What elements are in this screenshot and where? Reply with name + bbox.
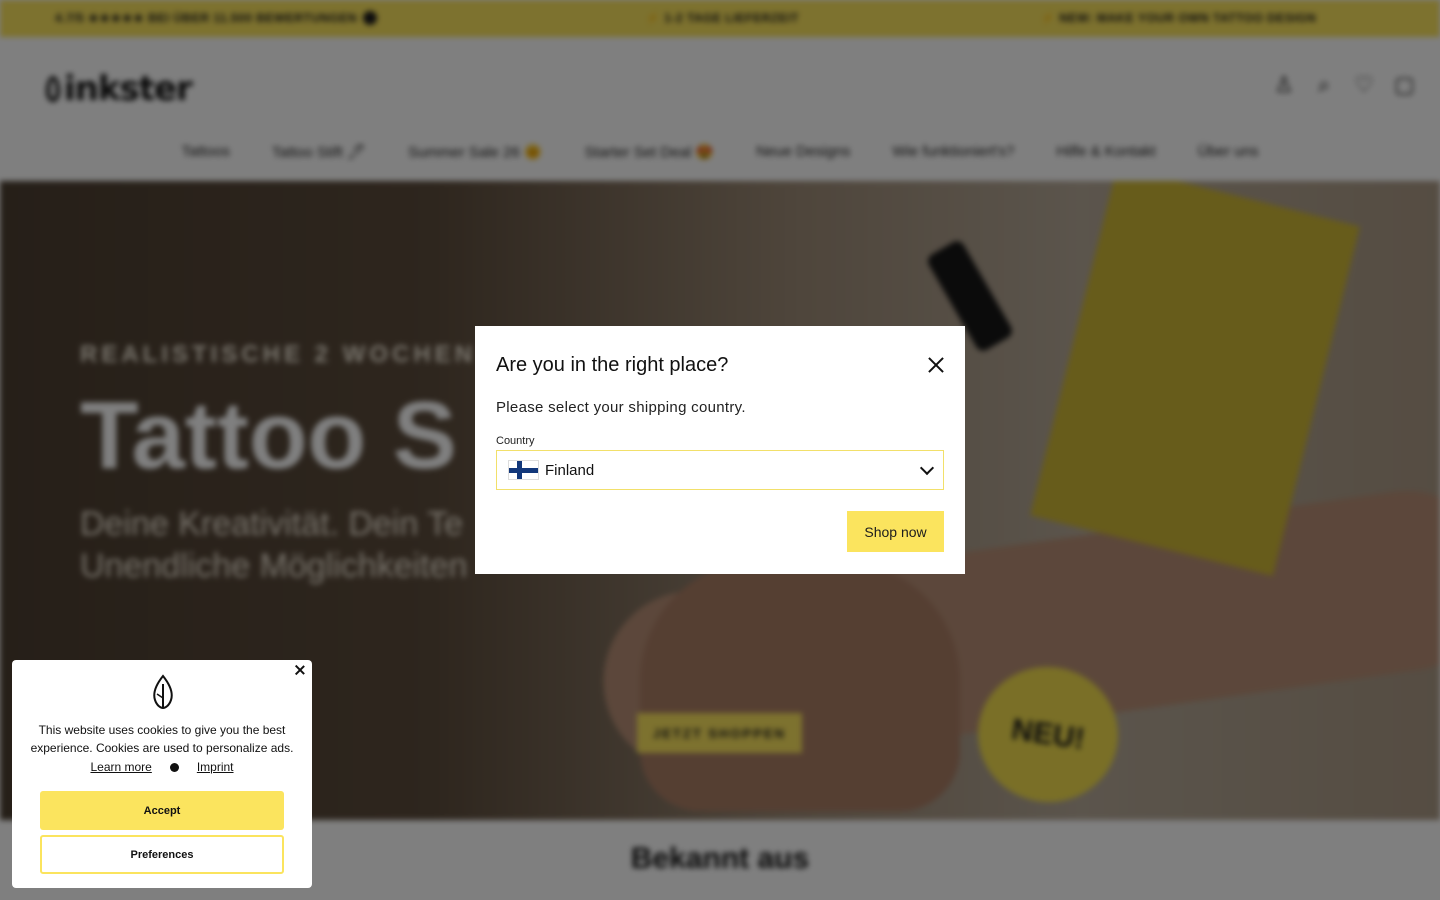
- cookie-text: This website uses cookies to give you th…: [30, 723, 294, 755]
- chevron-down-icon: [921, 463, 933, 475]
- accept-button[interactable]: Accept: [40, 791, 284, 830]
- modal-title: Are you in the right place?: [496, 354, 729, 376]
- country-select[interactable]: Finland: [496, 450, 944, 490]
- country-label: Country: [496, 435, 535, 447]
- country-value: Finland: [545, 461, 595, 479]
- finland-flag-icon: [508, 460, 539, 480]
- imprint-link[interactable]: Imprint: [197, 760, 234, 774]
- cookie-close-icon[interactable]: [295, 665, 305, 675]
- close-icon[interactable]: [925, 354, 947, 376]
- learn-more-link[interactable]: Learn more: [90, 760, 151, 774]
- bullet-icon: [169, 762, 179, 772]
- country-modal: Are you in the right place? Please selec…: [475, 326, 965, 574]
- modal-description: Please select your shipping country.: [496, 399, 746, 416]
- cookie-banner: This website uses cookies to give you th…: [12, 660, 312, 888]
- preferences-button[interactable]: Preferences: [40, 835, 284, 874]
- leaf-logo-icon: [153, 674, 173, 710]
- shop-now-button[interactable]: Shop now: [847, 511, 944, 552]
- cookie-links: Learn more Imprint: [12, 760, 312, 774]
